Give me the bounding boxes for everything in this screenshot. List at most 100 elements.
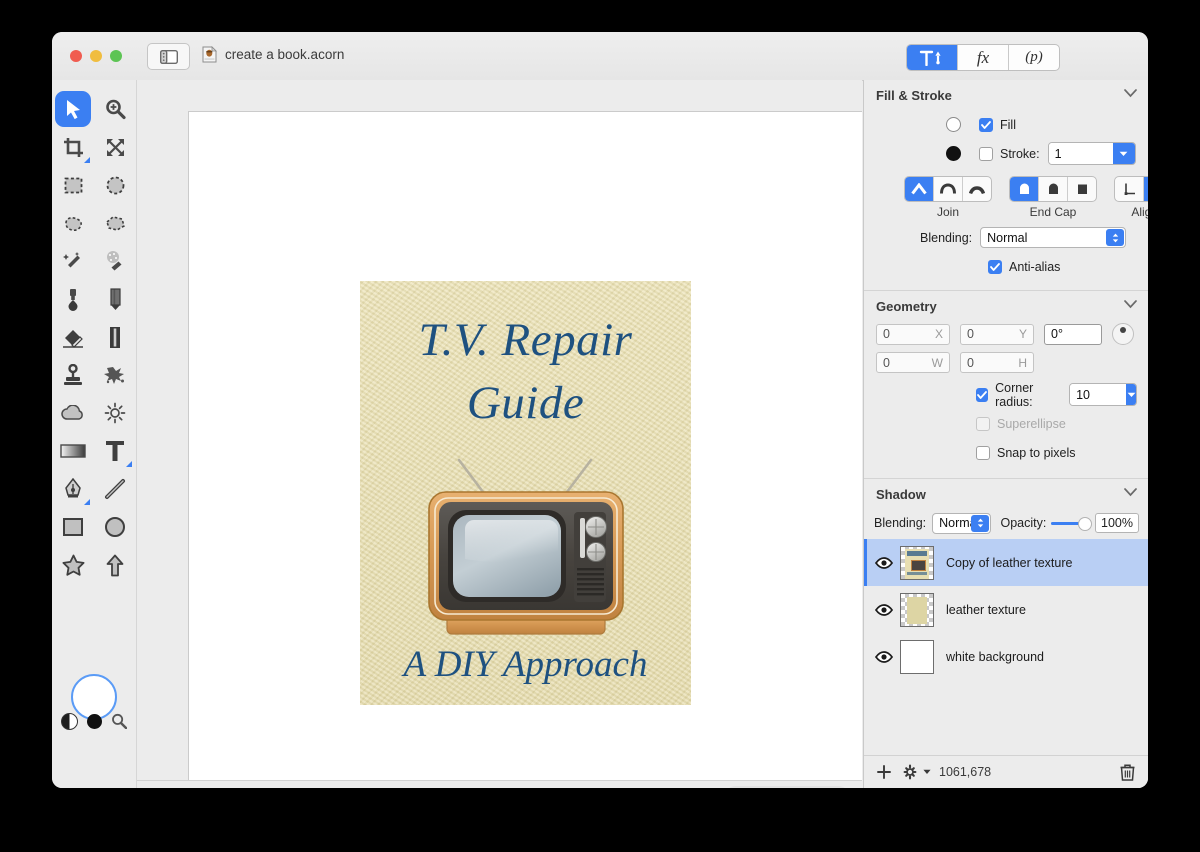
stroke-width-stepper[interactable] — [1047, 142, 1136, 165]
shadow-opacity-input[interactable]: 100% — [1095, 513, 1139, 533]
layer-thumbnail — [900, 545, 934, 580]
rotation-field[interactable]: 0° — [1044, 323, 1102, 345]
layer-visibility-toggle[interactable] — [874, 556, 894, 569]
chevron-down-icon[interactable] — [1124, 300, 1137, 309]
endcap-round-button[interactable] — [1039, 177, 1068, 201]
bezier-pen-tool[interactable] — [52, 470, 94, 508]
layer-row-leather-texture[interactable]: leather texture — [864, 586, 1148, 633]
corner-radius-stepper[interactable] — [1069, 383, 1137, 406]
rectangular-select-tool[interactable] — [52, 166, 94, 204]
corner-radius-dropdown-button[interactable] — [1126, 384, 1136, 405]
canvas-area[interactable]: T.V. Repair Guide A DIY Approach — [137, 80, 862, 782]
gradient-tool[interactable] — [52, 432, 94, 470]
transform-tool[interactable] — [94, 128, 136, 166]
fill-color-swatch[interactable] — [946, 117, 961, 132]
close-button[interactable] — [70, 50, 82, 62]
arrow-shape-tool[interactable] — [94, 546, 136, 584]
maximize-button[interactable] — [110, 50, 122, 62]
corner-radius-label: Corner radius: — [995, 380, 1034, 409]
stroke-checkbox[interactable] — [979, 146, 993, 161]
line-tool[interactable] — [94, 470, 136, 508]
clone-stamp-tool[interactable] — [52, 356, 94, 394]
shadow-opacity-slider[interactable] — [1051, 516, 1093, 531]
layer-visibility-toggle[interactable] — [874, 650, 894, 663]
rotation-dial-icon[interactable] — [1112, 323, 1134, 345]
black-circle-icon[interactable] — [87, 713, 102, 729]
superellipse-checkbox[interactable] — [976, 416, 990, 431]
move-tool[interactable] — [52, 90, 94, 128]
blur-tool[interactable] — [52, 394, 94, 432]
cover-title: T.V. Repair Guide — [360, 309, 691, 435]
tools-icon — [919, 50, 941, 66]
magic-wand-tool[interactable] — [52, 242, 94, 280]
join-miter-button[interactable] — [905, 177, 934, 201]
cover-subtitle: A DIY Approach — [403, 644, 648, 685]
ellipse-tool[interactable] — [94, 508, 136, 546]
alignment-center-button[interactable] — [1144, 177, 1148, 201]
half-tone-circle-icon[interactable] — [61, 712, 78, 730]
antialias-checkbox[interactable] — [988, 259, 1002, 274]
chevron-down-icon[interactable] — [923, 769, 931, 775]
layer-row-white-background[interactable]: white background — [864, 633, 1148, 680]
corner-radius-input[interactable] — [1070, 384, 1127, 405]
alignment-inside-button[interactable] — [1115, 177, 1144, 201]
fill-blending-select[interactable]: Normal — [980, 227, 1127, 248]
join-round-button[interactable] — [934, 177, 963, 201]
superellipse-row: Superellipse — [864, 409, 1148, 438]
snap-to-pixels-checkbox[interactable] — [976, 445, 990, 460]
stepper-arrows-icon[interactable] — [1106, 229, 1125, 246]
book-cover-artwork[interactable]: T.V. Repair Guide A DIY Approach — [360, 281, 691, 705]
smudge-tool[interactable] — [94, 356, 136, 394]
shadow-section-header[interactable]: Shadow — [864, 479, 1148, 509]
elliptical-select-tool[interactable] — [94, 166, 136, 204]
stroke-width-dropdown-button[interactable] — [1112, 143, 1135, 164]
star-tool[interactable] — [52, 546, 94, 584]
join-bevel-button[interactable] — [963, 177, 991, 201]
chevron-down-icon[interactable] — [1124, 89, 1137, 98]
sidebar-toggle-button[interactable] — [147, 43, 190, 70]
polygon-lasso-tool[interactable] — [94, 204, 136, 242]
canvas-surface[interactable]: T.V. Repair Guide A DIY Approach — [188, 111, 862, 782]
marker-tool[interactable] — [94, 318, 136, 356]
tab-presets[interactable]: (p) — [1009, 45, 1059, 70]
trash-icon[interactable] — [1120, 763, 1135, 781]
zoom-slider-control[interactable] — [725, 786, 849, 788]
stepper-arrows-icon[interactable] — [971, 514, 990, 532]
fill-checkbox[interactable] — [979, 117, 993, 132]
pencil-tool[interactable] — [94, 280, 136, 318]
layer-name: leather texture — [946, 602, 1026, 617]
height-field[interactable]: 0 H — [960, 352, 1034, 373]
eraser-tool[interactable] — [52, 318, 94, 356]
gear-dropdown-icon[interactable] — [903, 764, 920, 780]
endcap-square-button[interactable] — [1068, 177, 1096, 201]
chevron-down-icon[interactable] — [1124, 488, 1137, 497]
plus-icon[interactable] — [876, 764, 892, 780]
tab-tools[interactable] — [907, 45, 958, 70]
layers-list: Copy of leather texture leather texture — [864, 539, 1148, 680]
lasso-tool[interactable] — [52, 204, 94, 242]
endcap-butt-button[interactable] — [1010, 177, 1039, 201]
tab-fx[interactable]: fx — [958, 45, 1009, 70]
zoom-tool[interactable] — [94, 90, 136, 128]
corner-radius-checkbox[interactable] — [976, 387, 989, 402]
instant-alpha-tool[interactable] — [94, 242, 136, 280]
layer-visibility-toggle[interactable] — [874, 603, 894, 616]
eye-icon — [875, 603, 893, 616]
shadow-blending-select[interactable]: Normal — [932, 512, 992, 534]
y-position-field[interactable]: 0 Y — [960, 323, 1034, 345]
stroke-color-swatch[interactable] — [946, 146, 961, 161]
minimize-button[interactable] — [90, 50, 102, 62]
crop-tool[interactable] — [52, 128, 94, 166]
width-field[interactable]: 0 W — [876, 352, 950, 373]
dodge-tool[interactable] — [94, 394, 136, 432]
layer-row-copy-of-leather-texture[interactable]: Copy of leather texture — [864, 539, 1148, 586]
text-tool[interactable] — [94, 432, 136, 470]
magnifier-icon[interactable] — [111, 713, 127, 729]
paint-bucket-tool[interactable] — [52, 280, 94, 318]
x-position-field[interactable]: 0 X — [876, 323, 950, 345]
stroke-width-input[interactable] — [1048, 143, 1113, 164]
rectangle-tool[interactable] — [52, 508, 94, 546]
geometry-section-header[interactable]: Geometry — [864, 291, 1148, 321]
fill-stroke-section-header[interactable]: Fill & Stroke — [864, 80, 1148, 110]
shadow-opacity-knob[interactable] — [1078, 516, 1093, 531]
